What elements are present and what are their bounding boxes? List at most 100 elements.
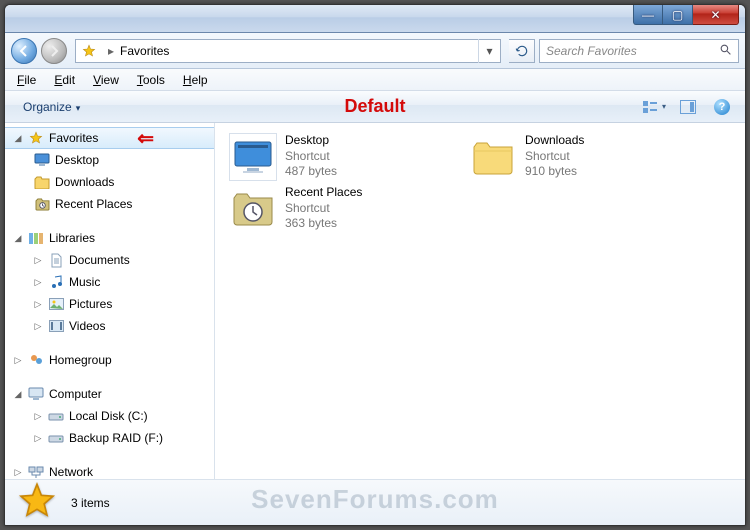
refresh-button[interactable] (509, 39, 535, 63)
pictures-icon (47, 298, 65, 310)
sidebar-label: Computer (49, 387, 102, 401)
drive-icon (47, 411, 65, 422)
expander-icon[interactable]: ▷ (33, 433, 43, 444)
menu-edit[interactable]: Edit (46, 71, 83, 89)
sidebar-label: Downloads (55, 175, 114, 189)
watermark-text: SevenForums.com (5, 484, 745, 515)
sidebar-item-videos[interactable]: ▷ Videos (5, 315, 214, 337)
sidebar-item-libraries[interactable]: ◢ Libraries (5, 227, 214, 249)
item-size: 487 bytes (285, 164, 337, 180)
sidebar-label: Desktop (55, 153, 99, 167)
close-button[interactable]: ✕ (693, 5, 739, 25)
sidebar-item-downloads[interactable]: Downloads (5, 171, 214, 193)
item-type: Shortcut (525, 149, 584, 165)
content-pane[interactable]: Desktop Shortcut 487 bytes Downloads Sho… (215, 123, 745, 479)
sidebar-label: Favorites (49, 131, 98, 145)
item-size: 363 bytes (285, 216, 362, 232)
explorer-window: — ▢ ✕ ▸ Favorites ▾ Search Favorites (4, 4, 746, 526)
help-button[interactable]: ? (709, 96, 735, 118)
drive-icon (47, 433, 65, 444)
view-mode-button[interactable]: ▾ (641, 96, 667, 118)
item-name: Recent Places (285, 185, 362, 201)
sidebar-label: Pictures (69, 297, 112, 311)
item-name: Downloads (525, 133, 584, 149)
search-input[interactable]: Search Favorites (539, 39, 739, 63)
command-bar: Organize Default ▾ ? (5, 91, 745, 123)
address-location[interactable]: Favorites (120, 44, 169, 58)
sidebar-item-documents[interactable]: ▷ Documents (5, 249, 214, 271)
arrow-left-icon (18, 45, 30, 57)
folder-icon (469, 133, 517, 181)
expander-icon[interactable]: ◢ (13, 389, 23, 400)
address-bar[interactable]: ▸ Favorites ▾ (75, 39, 501, 63)
list-item[interactable]: Desktop Shortcut 487 bytes (229, 133, 429, 181)
arrow-right-icon (48, 45, 60, 57)
sidebar-label: Videos (69, 319, 105, 333)
menu-file[interactable]: File (9, 71, 44, 89)
help-icon: ? (714, 99, 730, 115)
sidebar-item-pictures[interactable]: ▷ Pictures (5, 293, 214, 315)
expander-icon[interactable]: ◢ (13, 133, 23, 144)
title-bar[interactable]: — ▢ ✕ (5, 5, 745, 33)
expander-icon[interactable]: ▷ (33, 321, 43, 332)
item-size: 910 bytes (525, 164, 584, 180)
sidebar-item-music[interactable]: ▷ Music (5, 271, 214, 293)
preview-pane-icon (680, 100, 696, 114)
sidebar-label: Libraries (49, 231, 95, 245)
computer-icon (27, 387, 45, 401)
refresh-icon (515, 44, 529, 58)
nav-row: ▸ Favorites ▾ Search Favorites (5, 33, 745, 69)
menu-view[interactable]: View (85, 71, 127, 89)
expander-icon[interactable]: ▷ (33, 299, 43, 310)
menu-tools[interactable]: Tools (129, 71, 173, 89)
music-icon (47, 275, 65, 289)
minimize-button[interactable]: — (633, 5, 663, 25)
menu-bar: File Edit View Tools Help (5, 69, 745, 91)
sidebar-item-network[interactable]: ▷ Network (5, 461, 214, 479)
expander-icon[interactable]: ▷ (33, 277, 43, 288)
expander-icon[interactable]: ▷ (13, 467, 23, 478)
preview-pane-button[interactable] (675, 96, 701, 118)
search-icon (719, 43, 732, 59)
status-item-count: 3 items (71, 496, 110, 510)
expander-icon[interactable]: ▷ (13, 355, 23, 366)
view-icon (642, 100, 660, 114)
item-type: Shortcut (285, 201, 362, 217)
sidebar-label: Network (49, 465, 93, 479)
annotation-default: Default (344, 96, 405, 117)
homegroup-icon (27, 353, 45, 367)
recent-icon (33, 198, 51, 211)
list-item[interactable]: Downloads Shortcut 910 bytes (469, 133, 669, 181)
sidebar-item-backup-raid[interactable]: ▷ Backup RAID (F:) (5, 427, 214, 449)
organize-button[interactable]: Organize (15, 96, 94, 118)
annotation-arrow-icon: ⇐ (137, 126, 154, 151)
menu-help[interactable]: Help (175, 71, 216, 89)
list-item[interactable]: Recent Places Shortcut 363 bytes (229, 185, 429, 233)
back-button[interactable] (11, 38, 37, 64)
search-placeholder: Search Favorites (546, 44, 637, 58)
sidebar-item-computer[interactable]: ◢ Computer (5, 383, 214, 405)
sidebar-label: Recent Places (55, 197, 132, 211)
expander-icon[interactable]: ▷ (33, 411, 43, 422)
forward-button[interactable] (41, 38, 67, 64)
window-controls: — ▢ ✕ (633, 5, 739, 25)
sidebar-item-homegroup[interactable]: ▷ Homegroup (5, 349, 214, 371)
sidebar-label: Music (69, 275, 100, 289)
maximize-button[interactable]: ▢ (663, 5, 693, 25)
libraries-icon (27, 231, 45, 245)
sidebar-item-local-disk[interactable]: ▷ Local Disk (C:) (5, 405, 214, 427)
breadcrumb-chevron[interactable]: ▸ (102, 44, 120, 58)
sidebar-item-desktop[interactable]: Desktop (5, 149, 214, 171)
expander-icon[interactable]: ▷ (33, 255, 43, 266)
sidebar-item-favorites[interactable]: ◢ Favorites ⇐ (5, 127, 214, 149)
sidebar-label: Homegroup (49, 353, 112, 367)
favorites-star-icon (80, 42, 98, 60)
address-dropdown[interactable]: ▾ (478, 39, 500, 63)
documents-icon (47, 253, 65, 268)
expander-icon[interactable]: ◢ (13, 233, 23, 244)
star-icon (27, 131, 45, 145)
sidebar-item-recent-places[interactable]: Recent Places (5, 193, 214, 215)
navigation-pane[interactable]: ◢ Favorites ⇐ Desktop Downloads Recent P… (5, 123, 215, 479)
desktop-icon (33, 153, 51, 167)
details-pane: 3 items SevenForums.com (5, 479, 745, 525)
